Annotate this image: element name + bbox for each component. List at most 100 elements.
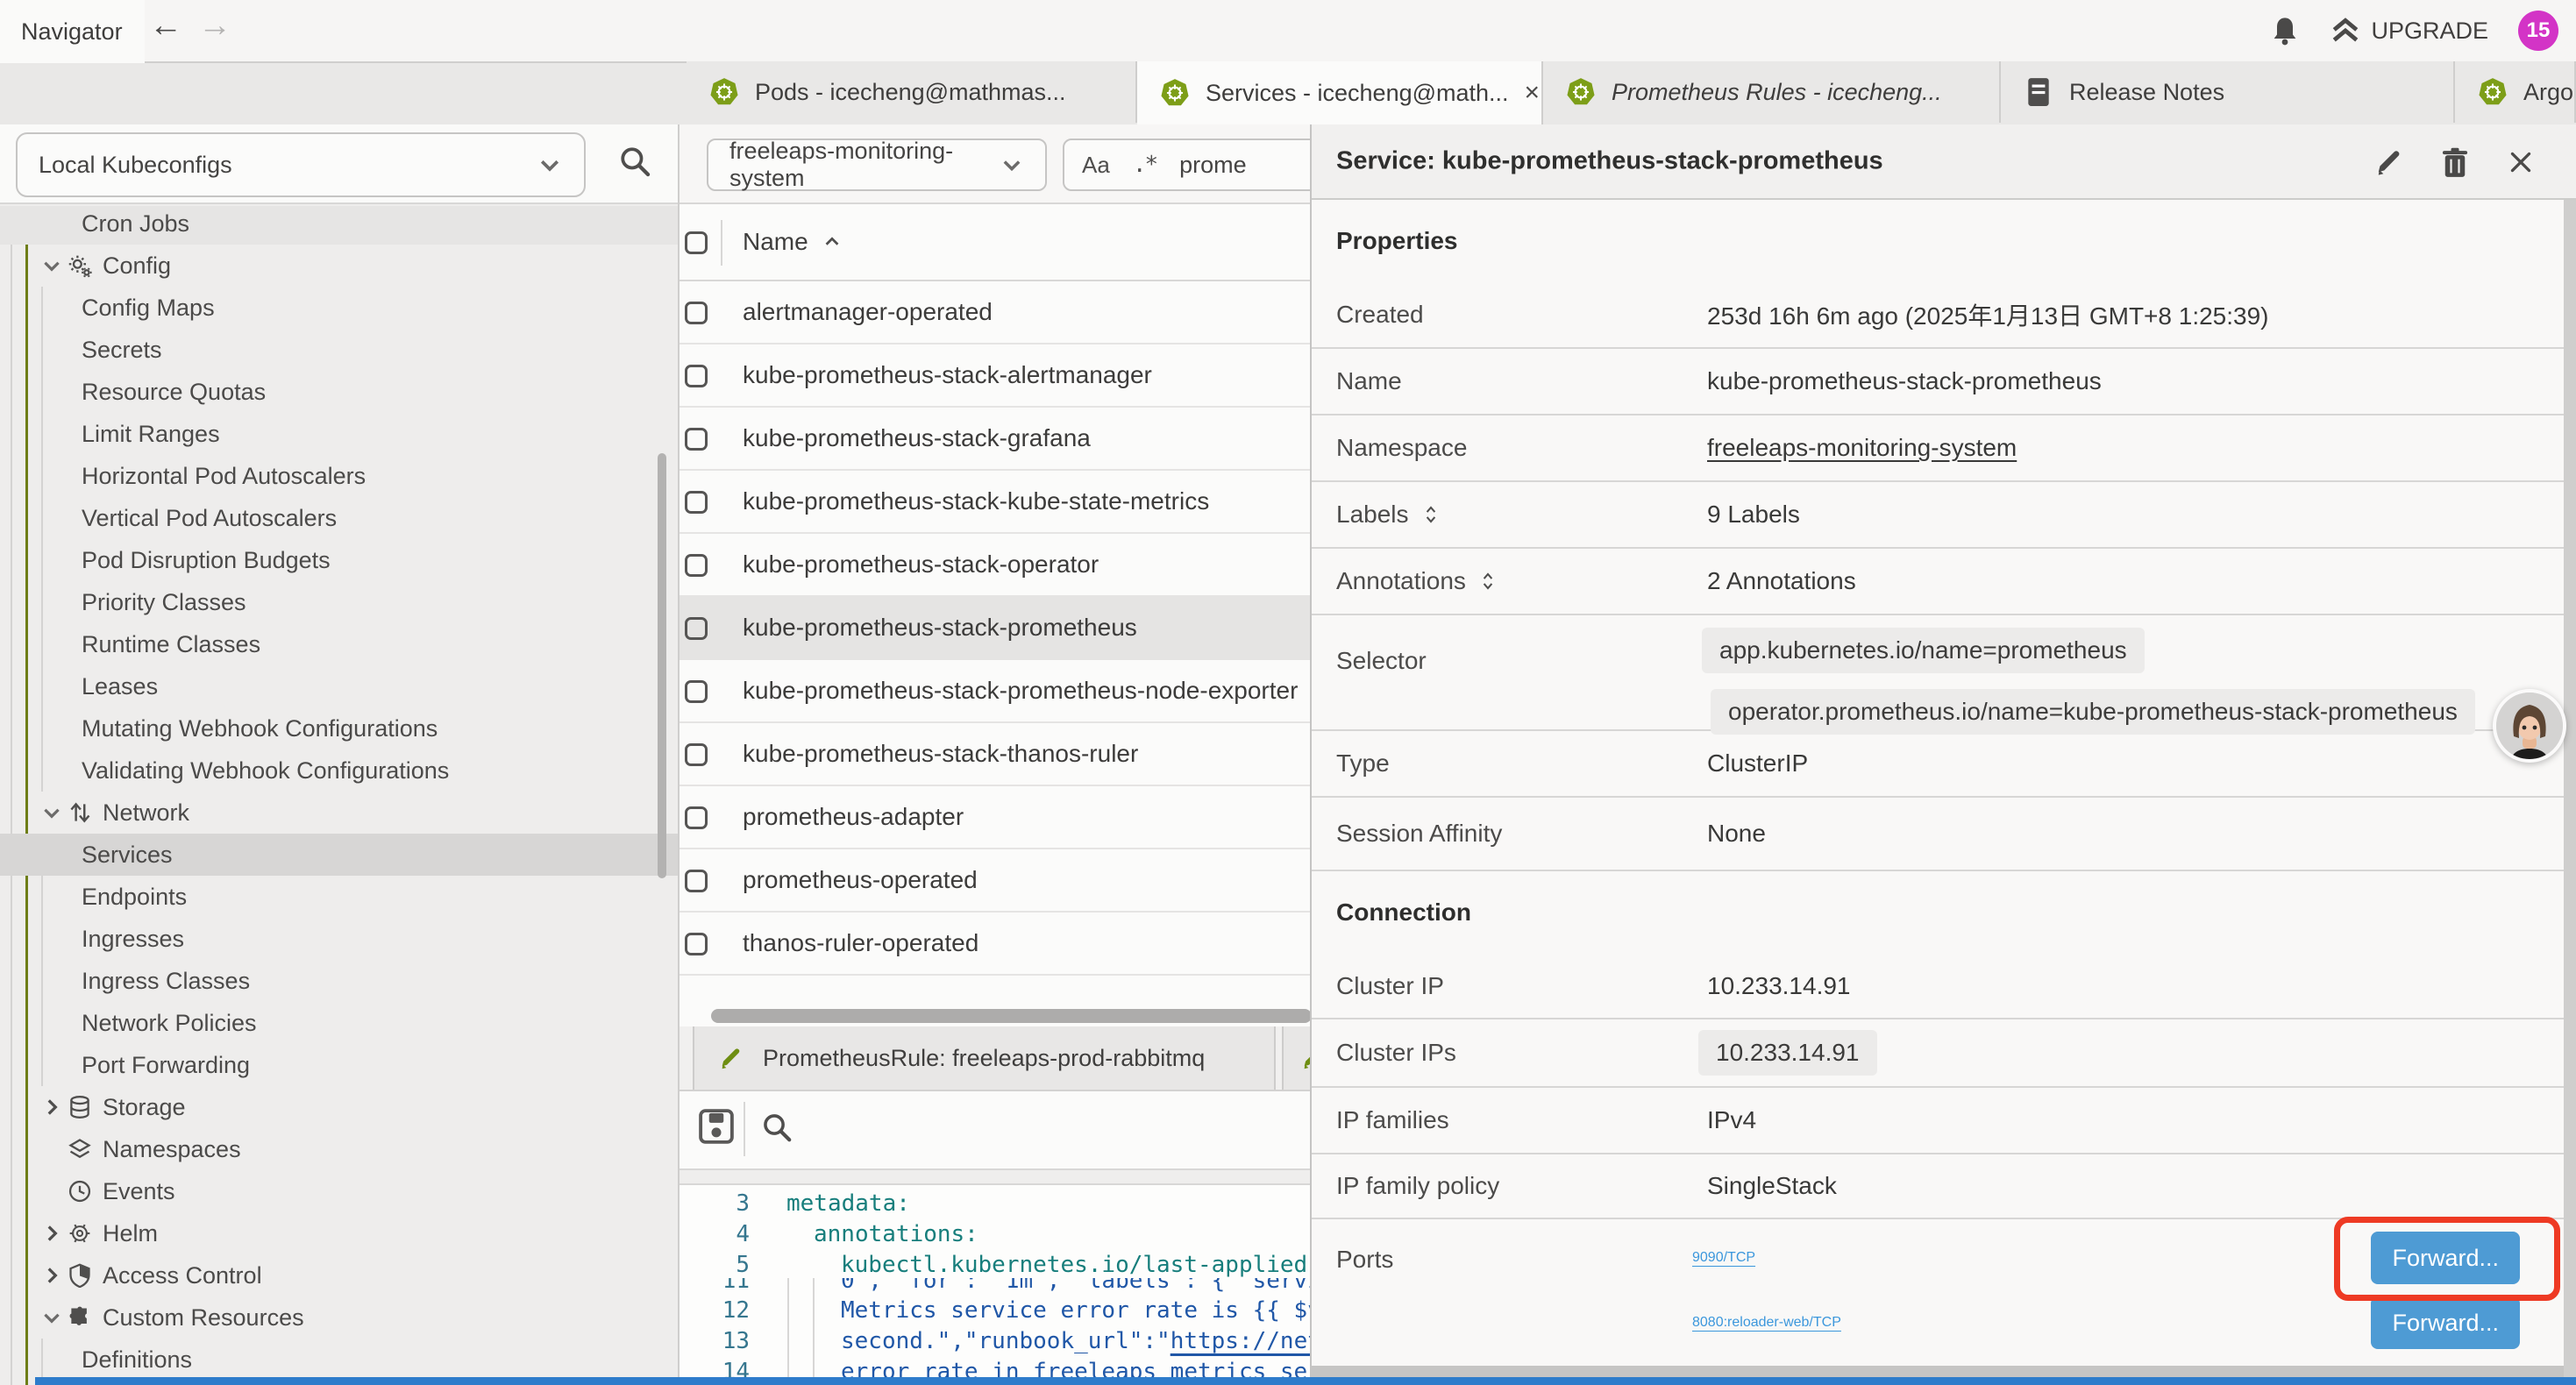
url-link[interactable]: https://net [1171,1328,1321,1354]
sidebar-item-secrets[interactable]: Secrets [0,329,678,371]
row-checkbox[interactable] [685,617,708,640]
row-checkbox[interactable] [685,491,708,514]
sidebar-item-pod-disruption-budgets[interactable]: Pod Disruption Budgets [0,539,678,581]
sidebar-item-definitions[interactable]: Definitions [0,1339,678,1381]
sidebar-item-storage[interactable]: Storage [0,1086,678,1128]
row-checkbox[interactable] [685,680,708,703]
sidebar-item-events[interactable]: Events [0,1170,678,1212]
tab-argo-se[interactable]: Argo Se [2455,61,2576,123]
back-icon[interactable]: ← [149,7,182,45]
sidebar-item-services[interactable]: Services [0,834,678,876]
table-row-kube-prometheus-stack-kube-state-metrics[interactable]: kube-prometheus-stack-kube-state-metrics [680,471,1326,534]
notification-bell-icon[interactable] [2269,15,2301,46]
tab-release-notes[interactable]: Release Notes [2001,61,2455,123]
sidebar-item-limit-ranges[interactable]: Limit Ranges [0,413,678,455]
details-scrollbar[interactable] [2564,200,2576,1385]
edit-pencil-icon[interactable] [2373,146,2404,178]
table-row-kube-prometheus-stack-prometheus-node-exporter[interactable]: kube-prometheus-stack-prometheus-node-ex… [680,660,1326,723]
clock-icon [67,1179,93,1204]
table-row-kube-prometheus-stack-alertmanager[interactable]: kube-prometheus-stack-alertmanager [680,344,1326,408]
close-icon[interactable] [2506,147,2536,177]
kubeconfig-dropdown[interactable]: Local Kubeconfigs [16,132,586,197]
table-row-kube-prometheus-stack-operator[interactable]: kube-prometheus-stack-operator [680,534,1326,597]
sidebar-item-config-maps[interactable]: Config Maps [0,287,678,329]
sidebar-item-endpoints[interactable]: Endpoints [0,876,678,918]
table-row-kube-prometheus-stack-thanos-ruler[interactable]: kube-prometheus-stack-thanos-ruler [680,723,1326,786]
sidebar-item-vertical-pod-autoscalers[interactable]: Vertical Pod Autoscalers [0,497,678,539]
service-name: kube-prometheus-stack-prometheus [743,614,1137,642]
chevron-right-icon[interactable] [40,1264,63,1287]
sidebar-item-network[interactable]: Network [0,792,678,834]
table-row-prometheus-adapter[interactable]: prometheus-adapter [680,786,1326,849]
editor-search-icon[interactable] [760,1111,793,1144]
tab-prometheus-rules-icecheng[interactable]: Prometheus Rules - icecheng... [1543,61,2001,123]
notification-count-badge[interactable]: 15 [2518,11,2558,51]
sort-toggle-icon[interactable] [1478,572,1498,591]
sidebar-search-icon[interactable] [617,144,652,179]
chevron-down-icon[interactable] [40,801,63,824]
row-checkbox[interactable] [685,743,708,766]
table-row-kube-prometheus-stack-prometheus[interactable]: kube-prometheus-stack-prometheus [680,597,1326,660]
sort-toggle-icon[interactable] [1421,505,1441,524]
row-checkbox[interactable] [685,365,708,387]
user-avatar[interactable] [2493,689,2566,763]
forward-button[interactable]: Forward... [2371,1296,2520,1349]
sidebar-item-ingress-classes[interactable]: Ingress Classes [0,960,678,1002]
sidebar-item-priority-classes[interactable]: Priority Classes [0,581,678,623]
port-link[interactable]: 8080:reloader-web/TCP [1692,1315,1841,1331]
table-search-input[interactable]: Aa .* prome [1063,138,1343,191]
tab-services-icecheng-math[interactable]: Services - icecheng@math... × [1137,61,1543,124]
tab-pods-icecheng-mathmas[interactable]: Pods - icecheng@mathmas... [687,61,1137,123]
chevron-down-icon[interactable] [40,1306,63,1329]
horizontal-scrollbar[interactable] [711,1009,1312,1023]
editor-tab-prometheusrule[interactable]: PrometheusRule: freeleaps-prod-rabbitmq [693,1026,1276,1090]
column-header-name[interactable]: Name [743,228,842,256]
sidebar-item-runtime-classes[interactable]: Runtime Classes [0,623,678,665]
sidebar-item-mutating-webhook-configurations[interactable]: Mutating Webhook Configurations [0,707,678,749]
sidebar-item-custom-resources[interactable]: Custom Resources [0,1296,678,1339]
namespace-link[interactable]: freeleaps-monitoring-system [1707,434,2017,462]
sidebar-item-leases[interactable]: Leases [0,665,678,707]
namespace-dropdown[interactable]: freeleaps-monitoring-system [707,138,1047,191]
sidebar-item-network-policies[interactable]: Network Policies [0,1002,678,1044]
resource-tree: Cron JobsConfigConfig MapsSecretsResourc… [0,206,678,1385]
sidebar-item-config[interactable]: Config [0,245,678,287]
chevron-right-icon[interactable] [40,1096,63,1119]
navigator-tab-label: Navigator [21,18,123,46]
forward-icon[interactable]: → [198,7,231,45]
save-icon[interactable] [697,1107,736,1146]
row-checkbox[interactable] [685,554,708,577]
sidebar-item-helm[interactable]: Helm [0,1212,678,1254]
row-checkbox[interactable] [685,302,708,324]
sidebar-scrollbar[interactable] [658,453,666,878]
details-horizontal-scrollbar[interactable] [1312,1366,2564,1378]
sidebar-item-ingresses[interactable]: Ingresses [0,918,678,960]
close-tab-icon[interactable]: × [1525,80,1541,106]
sidebar-item-validating-webhook-configurations[interactable]: Validating Webhook Configurations [0,749,678,792]
sidebar-item-cron-jobs[interactable]: Cron Jobs [0,206,678,245]
row-checkbox[interactable] [685,428,708,451]
match-case-icon[interactable]: Aa [1082,152,1110,179]
sidebar-item-resource-quotas[interactable]: Resource Quotas [0,371,678,413]
sidebar-item-access-control[interactable]: Access Control [0,1254,678,1296]
table-row-thanos-ruler-operated[interactable]: thanos-ruler-operated [680,913,1326,976]
row-checkbox[interactable] [685,806,708,829]
sidebar-item-namespaces[interactable]: Namespaces [0,1128,678,1170]
table-row-alertmanager-operated[interactable]: alertmanager-operated [680,281,1326,344]
table-row-kube-prometheus-stack-grafana[interactable]: kube-prometheus-stack-grafana [680,408,1326,471]
row-checkbox[interactable] [685,933,708,955]
table-row-prometheus-operated[interactable]: prometheus-operated [680,849,1326,913]
sidebar-item-label: Leases [82,673,158,700]
yaml-editor[interactable]: 3 metadata:4 annotations:5 kubectl.kuber… [680,1185,1326,1377]
sidebar-item-port-forwarding[interactable]: Port Forwarding [0,1044,678,1086]
port-link[interactable]: 9090/TCP [1692,1250,1755,1266]
select-all-checkbox[interactable] [685,231,708,254]
chevron-down-icon[interactable] [40,254,63,277]
chevron-right-icon[interactable] [40,1222,63,1245]
regex-icon[interactable]: .* [1133,152,1156,178]
delete-trash-icon[interactable] [2439,146,2471,178]
sidebar-item-horizontal-pod-autoscalers[interactable]: Horizontal Pod Autoscalers [0,455,678,497]
upgrade-button[interactable]: UPGRADE [2330,16,2488,46]
row-checkbox[interactable] [685,870,708,892]
tab-navigator[interactable]: Navigator [0,0,145,63]
